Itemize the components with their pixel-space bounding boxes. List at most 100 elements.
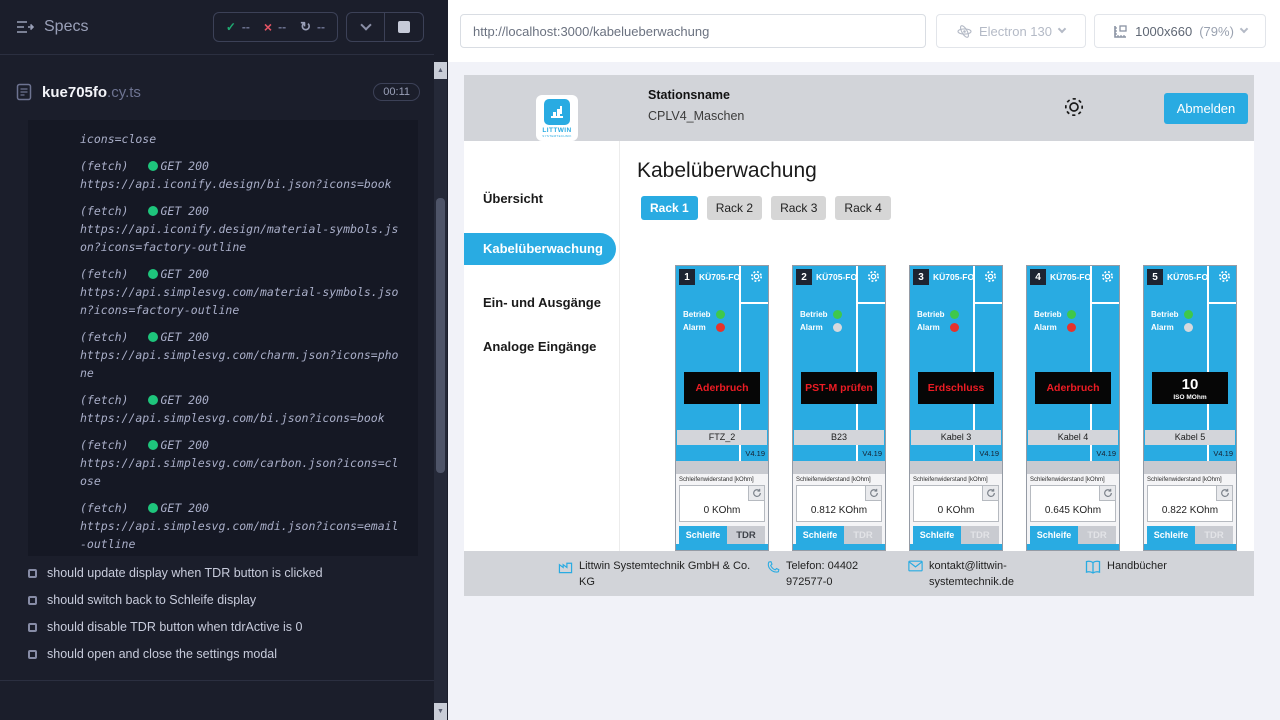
log-entry[interactable]: (fetch)GET 200 https://api.simplesvg.com…: [80, 265, 410, 319]
collapse-button[interactable]: [347, 13, 385, 41]
log-entry[interactable]: (fetch)GET 200 https://api.iconify.desig…: [80, 157, 410, 193]
log-fetch-tag: (fetch): [80, 393, 128, 407]
browser-name: Electron 130: [979, 24, 1052, 39]
firmware-version: V4.19: [745, 449, 765, 458]
cable-name: Kabel 3: [911, 430, 1001, 445]
browser-toolbar: Electron 130 1000x660 (79%): [448, 0, 1280, 62]
log-entry[interactable]: (fetch)GET 200 https://api.simplesvg.com…: [80, 328, 410, 382]
refresh-button[interactable]: [1216, 486, 1232, 501]
log-entry[interactable]: (fetch)GET 200 https://api.iconify.desig…: [80, 202, 410, 256]
status-text: 10: [1182, 376, 1199, 393]
measurement-panel: Schleifenwiderstand [kOhm] 0 KOhm Schlei…: [910, 474, 1002, 544]
spec-file-row[interactable]: kue705fo.cy.ts 00:11: [0, 72, 434, 112]
logout-button[interactable]: Abmelden: [1164, 93, 1248, 124]
card-settings-gear-icon[interactable]: [983, 269, 998, 284]
tdr-button[interactable]: TDR: [961, 526, 999, 545]
slot-number: 4: [1030, 269, 1046, 285]
command-log: icons=close (fetch)GET 200 https://api.i…: [28, 120, 418, 556]
resistance-value: 0.645 KOhm: [1031, 505, 1115, 516]
alarm-led: [950, 323, 959, 332]
runner-scrollbar: ▲ ▼: [434, 62, 447, 720]
measurement-panel: Schleifenwiderstand [kOhm] 0.822 KOhm Sc…: [1144, 474, 1236, 544]
log-entry[interactable]: (fetch)GET 200 https://api.simplesvg.com…: [80, 499, 410, 553]
refresh-button[interactable]: [748, 486, 764, 501]
nav-uebersicht[interactable]: Übersicht: [464, 183, 616, 215]
betrieb-label: Betrieb: [800, 310, 833, 319]
viewport-select[interactable]: 1000x660 (79%): [1094, 14, 1266, 48]
betrieb-row: Betrieb: [1034, 310, 1076, 319]
divider: [676, 461, 768, 474]
status-display: PST-M prüfen: [801, 372, 877, 404]
test-item[interactable]: should open and close the settings modal: [28, 647, 428, 661]
measurement-label: Schleifenwiderstand [kOhm]: [1147, 477, 1236, 483]
device-card: 2 KÜ705-FO Betrieb Alarm PST-M prüfen: [792, 265, 886, 551]
resistance-value: 0 KOhm: [680, 505, 764, 516]
specs-button[interactable]: Specs: [16, 18, 88, 36]
scrollbar-thumb[interactable]: [436, 198, 445, 473]
cable-name: Kabel 4: [1028, 430, 1118, 445]
footer-manuals[interactable]: Handbücher: [1085, 559, 1167, 575]
alarm-row: Alarm: [1034, 323, 1076, 332]
betrieb-label: Betrieb: [1151, 310, 1184, 319]
page-title: Kabelüberwachung: [637, 159, 817, 183]
log-entry[interactable]: (fetch)GET 200 https://api.simplesvg.com…: [80, 391, 410, 427]
nav-analoge-eingaenge[interactable]: Analoge Eingänge: [464, 331, 616, 363]
card-settings-gear-icon[interactable]: [866, 269, 881, 284]
status-display: Erdschluss: [918, 372, 994, 404]
log-fetch-tag: (fetch): [80, 438, 128, 452]
tab-rack-1[interactable]: Rack 1: [641, 196, 698, 220]
status-display: Aderbruch: [684, 372, 760, 404]
firmware-version: V4.19: [1213, 449, 1233, 458]
measurement-box: 0.812 KOhm: [796, 485, 882, 522]
test-runner-panel: Specs ✓ -- × -- ↻ --: [0, 0, 448, 720]
url-input[interactable]: [460, 14, 926, 48]
stat-passed: ✓ --: [226, 20, 250, 34]
nav-ein-und-ausgaenge[interactable]: Ein- und Ausgänge: [464, 287, 616, 319]
log-entry[interactable]: (fetch)GET 200 https://api.simplesvg.com…: [80, 436, 410, 490]
nav-kabelueberwachung[interactable]: Kabelüberwachung: [464, 233, 616, 265]
tab-rack-4[interactable]: Rack 4: [835, 196, 890, 220]
status-ok-icon: [148, 332, 158, 342]
refresh-button[interactable]: [982, 486, 998, 501]
card-settings-gear-icon[interactable]: [749, 269, 764, 284]
betrieb-row: Betrieb: [1151, 310, 1193, 319]
tdr-button[interactable]: TDR: [1078, 526, 1116, 545]
card-settings-gear-icon[interactable]: [1100, 269, 1115, 284]
log-fetch-tag: (fetch): [80, 267, 128, 281]
betrieb-led: [1067, 310, 1076, 319]
test-state-icon: [28, 596, 37, 605]
measurement-box: 0.822 KOhm: [1147, 485, 1233, 522]
rack-tabs: Rack 1 Rack 2 Rack 3 Rack 4: [641, 196, 891, 220]
device-card: 4 KÜ705-FO Betrieb Alarm Aderbruch: [1026, 265, 1120, 551]
tdr-button[interactable]: TDR: [1195, 526, 1233, 545]
status-ok-icon: [148, 161, 158, 171]
app-footer: Littwin Systemtechnik GmbH & Co. KG Tele…: [464, 551, 1254, 596]
scroll-up-arrow[interactable]: ▲: [434, 62, 447, 79]
refresh-button[interactable]: [1099, 486, 1115, 501]
settings-gear-icon[interactable]: [1060, 93, 1088, 121]
browser-select[interactable]: Electron 130: [936, 14, 1086, 48]
footer-phone[interactable]: Telefon: 04402 972577-0: [766, 559, 901, 591]
device-model: KÜ705-FO: [699, 272, 740, 282]
test-item[interactable]: should switch back to Schleife display: [28, 593, 428, 607]
footer-email[interactable]: kontakt@littwin-systemtechnik.de: [908, 559, 1053, 591]
tdr-button[interactable]: TDR: [727, 526, 765, 545]
tdr-button[interactable]: TDR: [844, 526, 882, 545]
log-entry[interactable]: icons=close: [80, 130, 410, 148]
schleife-button[interactable]: Schleife: [913, 526, 961, 545]
test-item[interactable]: should update display when TDR button is…: [28, 566, 428, 580]
refresh-button[interactable]: [865, 486, 881, 501]
stop-button[interactable]: [385, 13, 423, 41]
schleife-button[interactable]: Schleife: [1030, 526, 1078, 545]
card-bottom-bar: [910, 544, 1002, 551]
test-title: should disable TDR button when tdrActive…: [47, 620, 302, 634]
card-settings-gear-icon[interactable]: [1217, 269, 1232, 284]
scroll-down-arrow[interactable]: ▼: [434, 703, 447, 720]
schleife-button[interactable]: Schleife: [796, 526, 844, 545]
device-cards-row: 1 KÜ705-FO Betrieb Alarm Aderbruch: [675, 265, 1237, 551]
tab-rack-3[interactable]: Rack 3: [771, 196, 826, 220]
schleife-button[interactable]: Schleife: [1147, 526, 1195, 545]
schleife-button[interactable]: Schleife: [679, 526, 727, 545]
tab-rack-2[interactable]: Rack 2: [707, 196, 762, 220]
test-item[interactable]: should disable TDR button when tdrActive…: [28, 620, 428, 634]
